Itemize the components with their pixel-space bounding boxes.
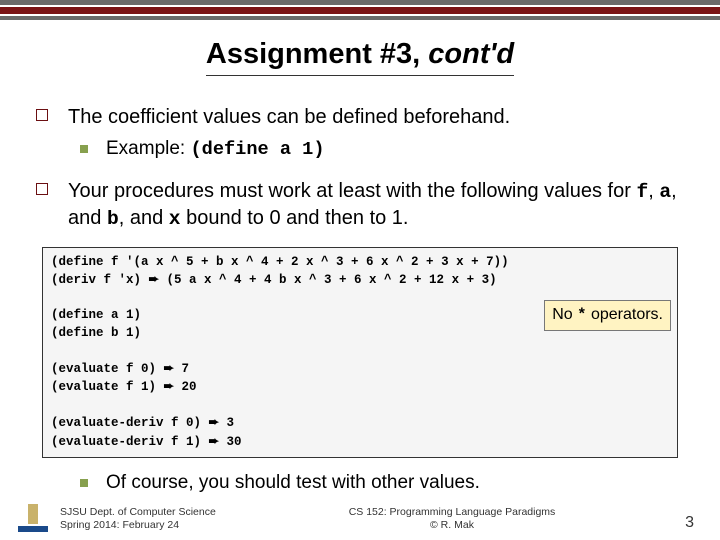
bullet-2-text: Your procedures must work at least with … [68,178,684,233]
bullet-1-sub: Example: (define a 1) [80,138,684,160]
square-bullet-icon [36,109,48,121]
arrow-icon: ➨ [149,272,159,286]
code-line: (evaluate-deriv f 0) [51,416,209,430]
sub-bullet-icon [80,479,88,487]
code-result: 20 [174,380,197,394]
arrow-icon: ➨ [209,415,219,429]
example-code: (define a 1) [190,138,324,160]
code-line: (define f '(a x ^ 5 + b x ^ 4 + 2 x ^ 3 … [51,255,509,269]
bullet-3-text: Of course, you should test with other va… [106,472,480,494]
square-bullet-icon [36,183,48,195]
example-label: Example: [106,138,190,159]
decorative-top-bars [0,0,720,20]
arrow-icon: ➨ [164,379,174,393]
title-prefix: Assignment #3, [206,38,428,70]
code-result: 3 [219,416,234,430]
code-result: 7 [174,362,189,376]
slide-footer: SJSU Dept. of Computer Science Spring 20… [0,506,720,532]
code-line: (evaluate f 0) [51,362,164,376]
code-line: (define b 1) [51,326,141,340]
arrow-icon: ➨ [209,434,219,448]
sub-bullet-icon [80,145,88,153]
code-line: (evaluate-deriv f 1) [51,435,209,449]
bullet-1: The coefficient values can be defined be… [36,104,684,130]
footer-center: CS 152: Programming Language Paradigms ©… [250,506,654,532]
bullet-2: Your procedures must work at least with … [36,178,684,233]
code-result: 30 [219,435,242,449]
page-number: 3 [654,514,694,532]
callout-no-operators: No * operators. [544,300,671,331]
code-line: (define a 1) [51,308,141,322]
bullet-1-text: The coefficient values can be defined be… [68,104,510,130]
code-line: (deriv f 'x) [51,273,149,287]
code-result: (5 a x ^ 4 + 4 b x ^ 3 + 6 x ^ 2 + 12 x … [159,273,497,287]
arrow-icon: ➨ [164,361,174,375]
slide-title: Assignment #3, cont'd [206,38,514,76]
code-block: (define f '(a x ^ 5 + b x ^ 4 + 2 x ^ 3 … [42,247,678,459]
footer-left: SJSU Dept. of Computer Science Spring 20… [60,506,250,532]
slide-body: The coefficient values can be defined be… [0,76,720,494]
bullet-1-sub-text: Example: (define a 1) [106,138,325,160]
bullet-3: Of course, you should test with other va… [80,472,684,494]
title-suffix: cont'd [428,38,514,70]
code-line: (evaluate f 1) [51,380,164,394]
